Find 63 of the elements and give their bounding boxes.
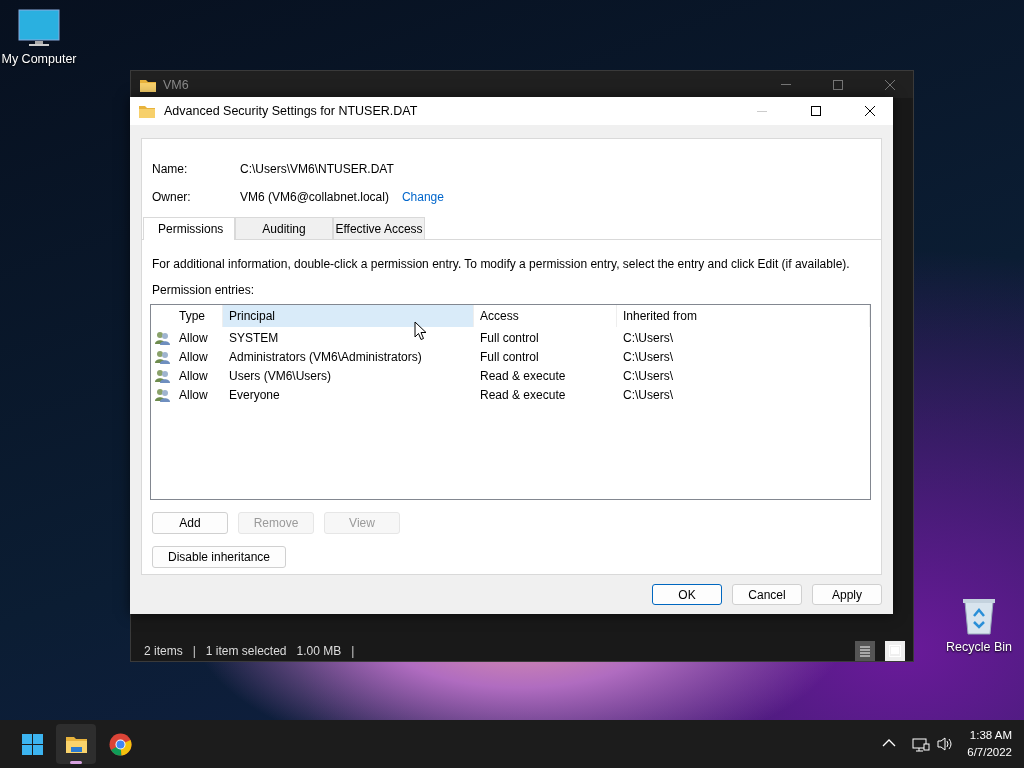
windows-logo-icon [20, 732, 44, 756]
table-cell: SYSTEM [229, 330, 279, 345]
folder-icon [138, 103, 156, 119]
desktop-icon-label[interactable]: My Computer [1, 52, 77, 66]
entry-button[interactable]: Add [152, 512, 228, 534]
status-text: 2 items [144, 644, 183, 658]
table-cell: Everyone [229, 387, 280, 402]
status-text: 1.00 MB [296, 644, 342, 658]
speaker-icon [936, 735, 954, 753]
mouse-cursor-icon [414, 321, 427, 341]
table-cell: C:\Users\ [623, 330, 673, 345]
dialog-button[interactable]: OK [652, 584, 722, 605]
table-cell: Users (VM6\Users) [229, 368, 331, 383]
taskbar-app[interactable] [56, 724, 96, 764]
desktop-icon-label[interactable]: Recycle Bin [946, 640, 1012, 654]
window-title: VM6 [163, 77, 190, 92]
column-header[interactable]: Access [474, 305, 617, 327]
minimize-icon [781, 84, 791, 85]
status-separator: | [192, 644, 196, 658]
close-icon [862, 103, 878, 119]
tab[interactable]: Permissions [143, 217, 235, 240]
monitor-icon [17, 8, 61, 48]
status-text: 1 item selected [205, 644, 287, 658]
dialog-button[interactable]: Apply [812, 584, 882, 605]
table-cell: C:\Users\ [623, 387, 673, 402]
field-label: Owner: [152, 190, 192, 204]
table-cell: Full control [480, 349, 539, 364]
dialog-button[interactable]: Cancel [732, 584, 802, 605]
clock-date[interactable]: 6/7/2022 [967, 744, 1012, 761]
users-icon [154, 349, 170, 364]
field-value: C:\Users\VM6\NTUSER.DAT [240, 162, 394, 176]
column-header[interactable]: Inherited from [617, 305, 870, 327]
status-separator: | [351, 644, 355, 658]
clock-time[interactable]: 1:38 AM [969, 727, 1012, 744]
table-cell: Allow [179, 387, 208, 402]
table-cell: Allow [179, 368, 208, 383]
table-cell: Read & execute [480, 387, 566, 402]
field-label: Name: [152, 162, 189, 176]
network-icon [911, 735, 931, 753]
users-icon [154, 368, 170, 383]
details-view-icon [857, 643, 873, 659]
tab[interactable]: Effective Access [333, 217, 425, 239]
section-label: Permission entries: [151, 282, 256, 297]
table-cell: Administrators (VM6\Administrators) [229, 349, 422, 364]
table-cell: Allow [179, 330, 208, 345]
maximize-icon [808, 103, 824, 119]
change-link[interactable]: Change [401, 190, 444, 204]
table-cell: Read & execute [480, 368, 566, 383]
minimize-icon [757, 110, 767, 112]
table-cell: C:\Users\ [623, 368, 673, 383]
info-text: For additional information, double-click a permission entry. To modify a permission entry, select the entry and click Edit (if available). [151, 256, 851, 271]
users-icon [154, 387, 170, 402]
disable-inheritance-button[interactable]: Disable inheritance [152, 546, 286, 568]
table-cell: Full control [480, 330, 539, 345]
table-cell: Allow [179, 349, 208, 364]
field-value: VM6 (VM6@collabnet.local) [240, 190, 389, 204]
dialog-title: Advanced Security Settings for NTUSER.DAT [164, 104, 419, 118]
users-icon [154, 330, 170, 345]
column-header[interactable]: Principal [223, 305, 474, 327]
table-cell: C:\Users\ [623, 349, 673, 364]
view-button[interactable] [855, 641, 875, 661]
browser-icon [108, 732, 132, 756]
tab[interactable]: Auditing [235, 217, 333, 239]
